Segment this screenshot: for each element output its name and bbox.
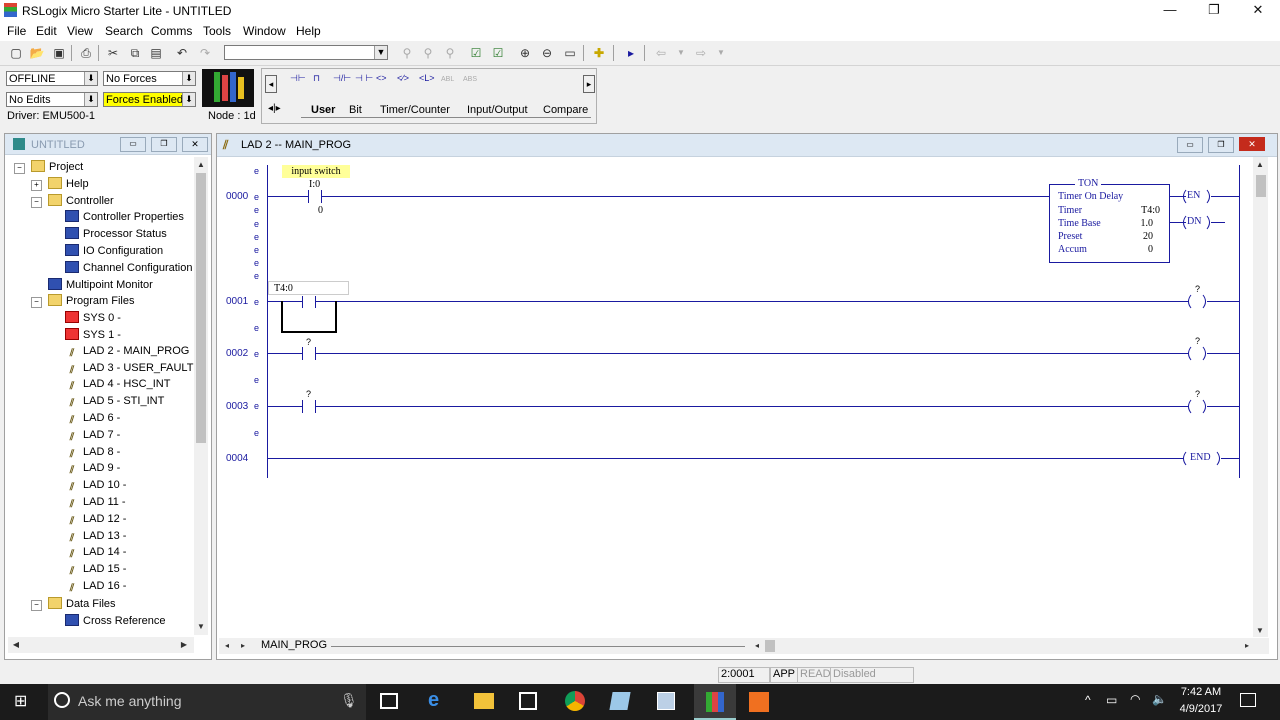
file-explorer-icon[interactable] — [474, 693, 494, 709]
wifi-icon[interactable]: ◠ — [1130, 692, 1140, 706]
sheet-tab-main-prog[interactable]: MAIN_PROG — [261, 639, 327, 651]
xic-contact[interactable] — [301, 189, 327, 205]
symbol-label: input switch — [282, 165, 350, 178]
end-rung-label: END — [1190, 452, 1211, 463]
contact-address: ? — [306, 389, 312, 399]
sheet-left-icon[interactable]: ◂ — [221, 640, 233, 652]
output-address: ? — [1195, 389, 1201, 399]
ton-param-label: Timer — [1058, 205, 1083, 216]
app-icon[interactable] — [657, 692, 675, 710]
status-address: 2:0001 — [718, 667, 770, 683]
windows-start-icon[interactable]: ⊞ — [14, 693, 32, 711]
contact-address: ? — [306, 337, 312, 347]
search-box[interactable]: Ask me anything 🎙 — [48, 684, 366, 720]
edit-marker: e — [254, 323, 260, 333]
rung-number[interactable]: 0003 — [226, 401, 248, 412]
edit-marker: e — [254, 166, 260, 176]
rung-number[interactable]: 0000 — [226, 191, 248, 202]
input-bit: 0 — [318, 205, 323, 216]
status-bar: 2:0001 APP READ Disabled — [0, 664, 1280, 684]
edit-marker: e — [254, 428, 260, 438]
output-address: ? — [1195, 336, 1201, 346]
task-view-icon[interactable] — [380, 693, 398, 709]
edge-icon[interactable]: e — [428, 689, 439, 712]
rung-number[interactable]: 0002 — [226, 348, 248, 359]
edit-marker: e — [254, 205, 260, 215]
sheet-right-icon[interactable]: ▸ — [237, 640, 249, 652]
dn-output[interactable]: DN — [1187, 216, 1201, 227]
clock-date[interactable]: 4/9/2017 — [1178, 703, 1224, 715]
edit-marker: e — [254, 232, 260, 242]
rung-number[interactable]: 0001 — [226, 296, 248, 307]
ton-param-value: 1.0 — [1140, 218, 1154, 229]
ton-param-label: Time Base — [1058, 218, 1101, 229]
ladder-vertical-scrollbar[interactable]: ▲ ▼ — [1253, 157, 1268, 637]
en-output[interactable]: EN — [1187, 190, 1200, 201]
notifications-icon[interactable] — [1240, 693, 1256, 707]
app-icon[interactable] — [749, 692, 769, 712]
ton-param-value: T4:0 — [1141, 205, 1160, 216]
store-icon[interactable] — [519, 692, 537, 710]
ton-instruction[interactable]: TON Timer On Delay Timer T4:0 Time Base … — [1050, 178, 1169, 262]
ladder-scroll-thumb[interactable] — [1256, 175, 1266, 197]
scroll-right-icon[interactable]: ▸ — [1241, 640, 1253, 652]
ton-param-label: Preset — [1058, 231, 1083, 242]
edit-marker: e — [254, 375, 260, 385]
search-placeholder: Ask me anything — [78, 693, 182, 709]
edit-marker: e — [254, 245, 260, 255]
rslogix-taskbar-button[interactable] — [694, 684, 736, 720]
ladder-bottom-bar: ◂ ▸ MAIN_PROG ◂ ▸ — [219, 638, 1269, 654]
chrome-icon[interactable] — [565, 691, 585, 711]
ton-param-value: 0 — [1148, 244, 1153, 255]
edit-marker: e — [254, 297, 260, 307]
ladder-diagram — [267, 165, 1240, 478]
ton-param-label: Accum — [1058, 244, 1087, 255]
status-read: READ — [797, 667, 831, 683]
edit-marker: e — [254, 271, 260, 281]
ladder-hscroll-thumb[interactable] — [765, 640, 775, 652]
edit-marker: e — [254, 219, 260, 229]
output-address: ? — [1195, 284, 1201, 294]
status-disabled: Disabled — [830, 667, 914, 683]
cortana-icon — [54, 692, 70, 708]
ton-title: TON — [1075, 178, 1102, 189]
chevron-up-icon[interactable]: ^ — [1085, 693, 1091, 707]
microphone-icon[interactable]: 🎙 — [340, 692, 358, 709]
battery-icon[interactable]: ▭ — [1106, 693, 1117, 707]
branch-address-edit[interactable]: T4:0 — [274, 283, 293, 294]
clock-time[interactable]: 7:42 AM — [1178, 686, 1224, 698]
edit-marker: e — [254, 258, 260, 268]
app-icon[interactable] — [609, 692, 631, 710]
edit-marker: e — [254, 401, 260, 411]
edit-marker: e — [254, 192, 260, 202]
rung-number[interactable]: 0004 — [226, 453, 248, 464]
scroll-up-icon[interactable]: ▲ — [1254, 159, 1266, 171]
status-app: APP — [770, 667, 798, 683]
scroll-down-icon[interactable]: ▼ — [1254, 625, 1266, 637]
ton-param-value: 20 — [1143, 231, 1153, 242]
taskbar: ⊞ Ask me anything 🎙 e ^ ▭ ◠ 🔈 7:42 AM 4/… — [0, 684, 1280, 720]
ton-name: Timer On Delay — [1058, 191, 1124, 202]
volume-icon[interactable]: 🔈 — [1152, 692, 1167, 706]
scroll-left-icon[interactable]: ◂ — [751, 640, 763, 652]
edit-marker: e — [254, 349, 260, 359]
rslogix-icon — [706, 692, 724, 712]
